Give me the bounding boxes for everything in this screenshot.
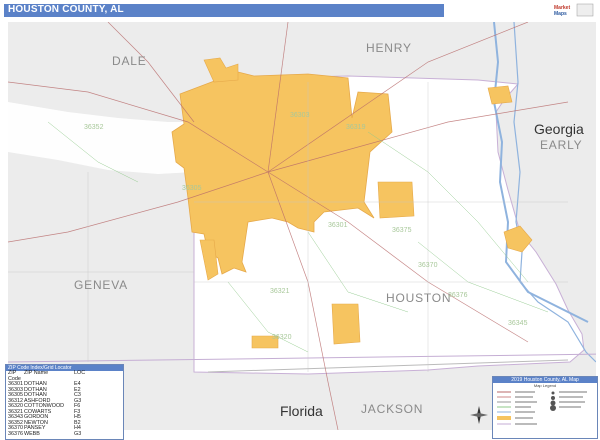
region-label-henry: HENRY bbox=[366, 41, 412, 55]
region-label-early: EARLY bbox=[540, 138, 583, 152]
map-title: HOUSTON COUNTY, AL bbox=[8, 4, 124, 15]
title-bar: HOUSTON COUNTY, AL bbox=[4, 4, 444, 17]
zip-index-table: ZIP Code ZIP Name LOC 36301 DOTHAN E4 36303… bbox=[6, 370, 123, 438]
zip-label: 36345 bbox=[508, 320, 528, 327]
region-label-jackson: JACKSON bbox=[361, 402, 424, 416]
legend-symbols bbox=[497, 391, 587, 425]
zip-label: 36303 bbox=[290, 112, 310, 119]
zip-label: 36352 bbox=[84, 124, 104, 131]
zip-name-cell: WEBB bbox=[24, 430, 40, 437]
zip-label: 36319 bbox=[346, 124, 366, 131]
svg-text:Maps: Maps bbox=[554, 11, 567, 17]
map-frame: HOUSTON COUNTY, AL Market Maps DALE HENR… bbox=[0, 0, 600, 440]
zip-code-cell: 36376 bbox=[8, 430, 23, 437]
zip-index-panel: ZIP Code Index/Grid Locator ZIP Code ZIP… bbox=[5, 364, 124, 440]
zip-label: 36321 bbox=[270, 288, 290, 295]
zip-label: 36370 bbox=[418, 262, 438, 269]
zip-label: 36376 bbox=[448, 292, 468, 299]
map-publisher-logo: Market Maps bbox=[551, 1, 595, 19]
zip-index-row: 36376 WEBB G3 bbox=[6, 430, 123, 438]
zip-loc-cell: G3 bbox=[74, 430, 82, 437]
region-label-houston: HOUSTON bbox=[386, 291, 452, 305]
zip-label: 36305 bbox=[182, 185, 202, 192]
map-legend: 2019 Houston County, AL Map Map Legend bbox=[492, 376, 598, 439]
zip-label: 36301 bbox=[328, 222, 348, 229]
zip-label: 36320 bbox=[272, 334, 292, 341]
compass-rose-icon bbox=[470, 406, 488, 424]
zip-label: 36375 bbox=[392, 227, 412, 234]
region-label-geneva: GENEVA bbox=[74, 278, 128, 292]
region-label-georgia: Georgia bbox=[534, 121, 584, 137]
region-label-dale: DALE bbox=[112, 54, 147, 68]
region-label-florida: Florida bbox=[280, 403, 323, 419]
